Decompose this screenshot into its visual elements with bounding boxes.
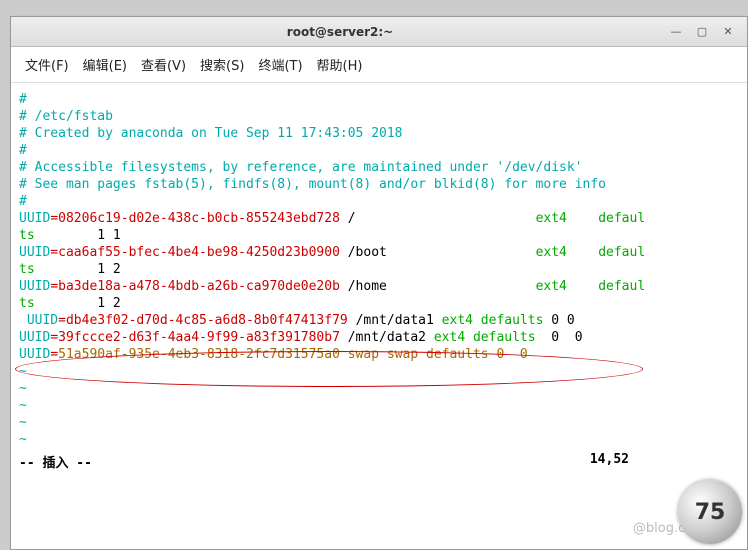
terminal-line: ts 1 1 (19, 227, 741, 244)
terminal-line: # Accessible filesystems, by reference, … (19, 159, 741, 176)
titlebar: root@server2:~ — ▢ ✕ (11, 17, 747, 47)
menu-terminal[interactable]: 终端(T) (254, 53, 306, 76)
terminal-line: UUID=db4e3f02-d70d-4c85-a6d8-8b0f47413f7… (19, 312, 741, 329)
terminal-line: ~ (19, 414, 741, 431)
terminal-line: # (19, 91, 741, 108)
terminal-line: # Created by anaconda on Tue Sep 11 17:4… (19, 125, 741, 142)
menu-file[interactable]: 文件(F) (21, 53, 73, 76)
terminal-line: ~ (19, 397, 741, 414)
window-title: root@server2:~ (19, 25, 661, 39)
terminal-window: root@server2:~ — ▢ ✕ 文件(F) 编辑(E) 查看(V) 搜… (10, 16, 748, 550)
terminal-line: ~ (19, 431, 741, 448)
terminal-line: UUID=ba3de18a-a478-4bdb-a26b-ca970de0e20… (19, 278, 741, 295)
menubar: 文件(F) 编辑(E) 查看(V) 搜索(S) 终端(T) 帮助(H) (11, 47, 747, 83)
terminal-line: # (19, 142, 741, 159)
minimize-button[interactable]: — (665, 24, 687, 40)
terminal-line: ts 1 2 (19, 295, 741, 312)
terminal-line: UUID=08206c19-d02e-438c-b0cb-855243ebd72… (19, 210, 741, 227)
terminal-content[interactable]: ## /etc/fstab# Created by anaconda on Tu… (11, 83, 747, 452)
terminal-line: # See man pages fstab(5), findfs(8), mou… (19, 176, 741, 193)
terminal-line: UUID=51a590af-935e-4eb3-8318-2fc7d31575a… (19, 346, 741, 363)
terminal-line: ts 1 2 (19, 261, 741, 278)
vim-statusline: -- 插入 -- 14,52 (11, 452, 747, 475)
menu-edit[interactable]: 编辑(E) (79, 53, 131, 76)
zoom-indicator: 75 (678, 480, 742, 544)
terminal-line: UUID=caa6af55-bfec-4be4-be98-4250d23b090… (19, 244, 741, 261)
vim-cursor-pos: 14,52 (590, 452, 629, 471)
menu-help[interactable]: 帮助(H) (313, 53, 367, 76)
terminal-line: ~ (19, 363, 741, 380)
terminal-line: UUID=39fccce2-d63f-4aa4-9f99-a83f391780b… (19, 329, 741, 346)
close-button[interactable]: ✕ (717, 24, 739, 40)
vim-mode: -- 插入 -- (19, 452, 92, 471)
terminal-line: # (19, 193, 741, 210)
menu-view[interactable]: 查看(V) (137, 53, 190, 76)
terminal-line: # /etc/fstab (19, 108, 741, 125)
maximize-button[interactable]: ▢ (691, 24, 713, 40)
terminal-line: ~ (19, 380, 741, 397)
menu-search[interactable]: 搜索(S) (196, 53, 248, 76)
